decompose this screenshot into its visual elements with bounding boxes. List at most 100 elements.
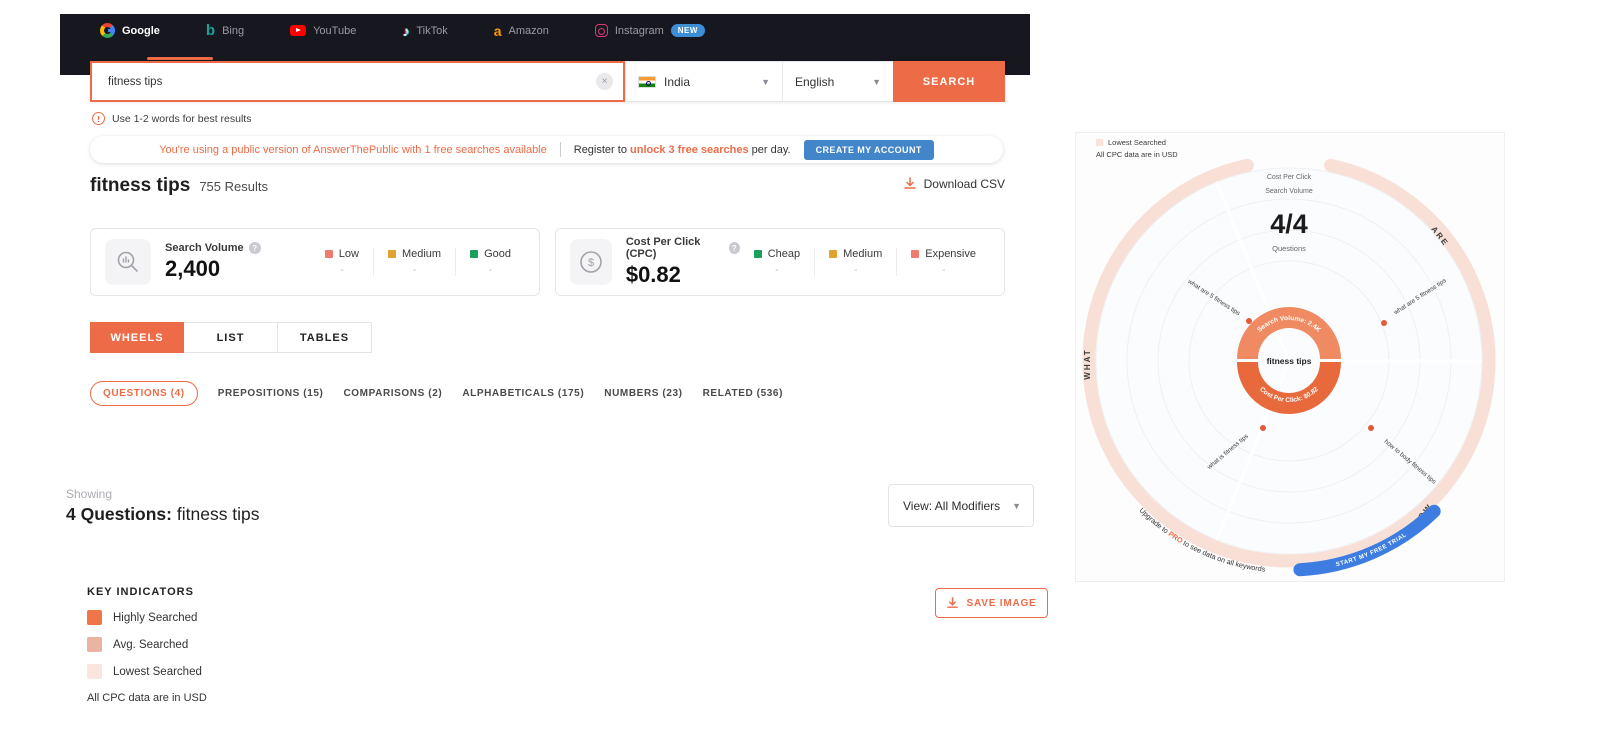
question-dot[interactable] — [1381, 320, 1387, 326]
search-hint: ! Use 1-2 words for best results — [92, 112, 251, 125]
questions-wheel: WHAT ARE HOW Cost Per Click Search Volum… — [1082, 158, 1496, 577]
cpc-usd-note: All CPC data are in USD — [87, 692, 207, 704]
magnifier-chart-icon — [105, 239, 151, 285]
legend-item-medium: Medium - — [372, 248, 455, 276]
question-dot[interactable] — [1246, 318, 1252, 324]
legend-medium-value: - — [854, 265, 858, 276]
download-icon — [947, 596, 959, 608]
amazon-icon: a — [493, 22, 502, 39]
tab-tiktok[interactable]: ♪ TikTok — [402, 24, 447, 38]
indicator-avg-searched: Avg. Searched — [87, 637, 202, 652]
legend-item-cheap: Cheap - — [740, 248, 814, 276]
search-volume-label: Search Volume — [165, 242, 244, 254]
tab-youtube[interactable]: YouTube — [290, 25, 356, 37]
wheel-center-keyword: fitness tips — [1267, 356, 1312, 366]
legend-item-good: Good - — [455, 248, 525, 276]
public-version-text: You're using a public version of AnswerT… — [159, 143, 547, 156]
wheel-legend: Lowest Searched All CPC data are in USD — [1096, 138, 1178, 159]
avg-searched-swatch-icon — [87, 637, 102, 652]
tab-comparisons[interactable]: COMPARISONS (2) — [343, 388, 442, 399]
tab-instagram[interactable]: Instagram NEW — [594, 24, 705, 37]
country-select[interactable]: India ▼ — [625, 61, 782, 102]
stat-cards: Search Volume ? 2,400 Low - Medium - Goo… — [90, 228, 1005, 296]
bing-icon: b — [205, 22, 216, 39]
tab-numbers[interactable]: NUMBERS (23) — [604, 388, 682, 399]
india-flag-icon — [638, 75, 656, 88]
cheap-swatch-icon — [753, 250, 762, 258]
dollar-circle-icon: $ — [570, 239, 612, 285]
showing-block: Showing 4 Questions: fitness tips — [66, 487, 260, 525]
lowest-searched-label: Lowest Searched — [113, 665, 202, 678]
help-icon[interactable]: ? — [248, 242, 261, 254]
language-select[interactable]: English ▼ — [782, 61, 893, 102]
engine-tabs: Google b Bing YouTube ♪ TikTok a Amazon … — [60, 14, 1030, 38]
showing-eyebrow: Showing — [66, 487, 113, 501]
legend-low-value: - — [340, 265, 344, 276]
results-keyword: fitness tips — [90, 175, 191, 196]
legend-good-value: - — [488, 265, 493, 276]
tab-alphabeticals[interactable]: ALPHABETICALS (175) — [462, 388, 584, 399]
questions-fraction-label: Questions — [1272, 244, 1306, 253]
help-icon[interactable]: ? — [728, 242, 740, 254]
wheel-cpc-note: All CPC data are in USD — [1096, 150, 1178, 159]
highly-searched-label: Highly Searched — [113, 611, 198, 624]
category-tabs: QUESTIONS (4) PREPOSITIONS (15) COMPARIS… — [90, 381, 783, 406]
question-dot[interactable] — [1260, 425, 1266, 431]
register-suffix: per day. — [748, 143, 791, 156]
avg-searched-label: Avg. Searched — [113, 638, 189, 651]
tab-bing[interactable]: b Bing — [206, 23, 244, 38]
download-csv-label: Download CSV — [923, 177, 1005, 191]
chevron-down-icon: ▼ — [761, 76, 770, 87]
tab-prepositions[interactable]: PREPOSITIONS (15) — [218, 388, 324, 399]
legend-low-label: Low — [338, 248, 359, 260]
create-account-button[interactable]: CREATE MY ACCOUNT — [803, 139, 934, 160]
legend-expensive-label: Expensive — [925, 248, 976, 260]
new-badge: NEW — [670, 24, 705, 37]
keyword-input[interactable] — [108, 75, 596, 88]
key-indicators: KEY INDICATORS Highly Searched Avg. Sear… — [87, 586, 202, 679]
download-csv-button[interactable]: Download CSV — [903, 177, 1005, 191]
ring-metric-volume-label: Search Volume — [1265, 188, 1313, 195]
legend-good-label: Good — [484, 248, 511, 260]
tab-related[interactable]: RELATED (536) — [703, 388, 783, 399]
instagram-icon — [594, 24, 608, 37]
tab-tables[interactable]: TABLES — [278, 322, 372, 353]
ring-metric-cpc-label: Cost Per Click — [1267, 174, 1312, 181]
legend-cheap-label: Cheap — [767, 248, 801, 260]
free-version-banner: You're using a public version of AnswerT… — [90, 136, 1003, 163]
chevron-down-icon: ▼ — [872, 76, 881, 87]
legend-medium-label: Medium — [843, 248, 883, 260]
tab-questions[interactable]: QUESTIONS (4) — [90, 381, 198, 406]
legend-item-low: Low - — [311, 248, 373, 276]
key-indicators-title: KEY INDICATORS — [87, 586, 194, 598]
indicator-highly-searched: Highly Searched — [87, 610, 202, 625]
tab-google[interactable]: Google — [100, 23, 160, 38]
tiktok-icon: ♪ — [402, 22, 410, 39]
view-modifiers-dropdown[interactable]: View: All Modifiers ▼ — [888, 484, 1034, 527]
highly-searched-swatch-icon — [87, 610, 102, 625]
info-icon: ! — [92, 112, 105, 125]
medium-swatch-icon — [387, 250, 396, 258]
svg-text:$: $ — [588, 257, 594, 269]
tab-amazon[interactable]: a Amazon — [494, 24, 549, 38]
save-image-label: SAVE IMAGE — [966, 597, 1037, 609]
question-dot[interactable] — [1368, 425, 1374, 431]
legend-medium-value: - — [412, 265, 417, 276]
expensive-swatch-icon — [911, 250, 920, 258]
register-highlight: unlock 3 free searches — [630, 143, 749, 156]
search-button[interactable]: SEARCH — [893, 61, 1005, 102]
legend-cheap-value: - — [775, 265, 779, 276]
clear-search-icon[interactable]: × — [596, 73, 613, 90]
hint-text: Use 1-2 words for best results — [112, 112, 252, 125]
tab-wheels[interactable]: WHEELS — [90, 322, 184, 353]
search-volume-card: Search Volume ? 2,400 Low - Medium - Goo… — [90, 228, 540, 296]
chevron-down-icon: ▼ — [1012, 500, 1021, 511]
tab-bing-label: Bing — [222, 24, 245, 37]
cpc-card: $ Cost Per Click (CPC) ? $0.82 Cheap - M… — [555, 228, 1005, 296]
answerthepublic-page: Google b Bing YouTube ♪ TikTok a Amazon … — [0, 0, 1600, 730]
save-image-button[interactable]: SAVE IMAGE — [935, 588, 1048, 618]
search-volume-main: Search Volume ? 2,400 — [165, 242, 261, 282]
google-icon — [100, 23, 115, 38]
tab-list[interactable]: LIST — [184, 322, 278, 353]
low-swatch-icon — [324, 250, 333, 258]
